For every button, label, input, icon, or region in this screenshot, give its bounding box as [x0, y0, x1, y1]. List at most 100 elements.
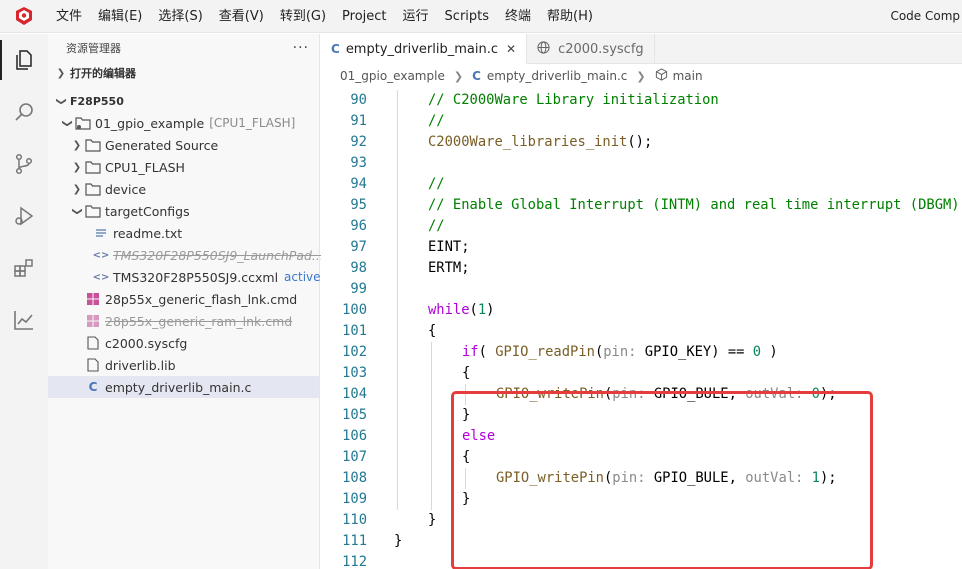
tree-label: targetConfigs — [105, 203, 190, 219]
tree-item-flash-cmd[interactable]: 28p55x_generic_flash_lnk.cmd — [48, 288, 319, 310]
breadcrumb: 01_gpio_example ❯ C empty_driverlib_main… — [321, 64, 962, 88]
indent-guide — [397, 90, 398, 510]
run-debug-icon[interactable] — [0, 190, 48, 242]
c-file-icon: C — [331, 42, 340, 56]
folder-open-icon — [84, 204, 102, 218]
open-editors-label: 打开的编辑器 — [70, 67, 136, 80]
menu-view[interactable]: 查看(V) — [211, 0, 272, 33]
tree-label: Generated Source — [105, 137, 219, 153]
highlight-annotation-box — [451, 391, 873, 569]
activity-bar — [0, 34, 48, 569]
xml-file-icon: <> — [92, 271, 110, 283]
project-section[interactable]: ❯ F28P550 — [48, 90, 319, 112]
code-line: 95// Enable Global Interrupt (INTM) and … — [350, 197, 960, 213]
code-line: 92 C2000Ware_libraries_init(); — [350, 134, 653, 150]
open-editors-section[interactable]: ❯ 打开的编辑器 — [48, 62, 319, 84]
code-line: 100 while(1) — [342, 302, 495, 318]
chevron-right-icon: ❯ — [72, 139, 82, 151]
folder-icon — [84, 138, 102, 152]
menu-run[interactable]: 运行 — [395, 0, 437, 33]
tree-item-main-c[interactable]: C empty_driverlib_main.c — [48, 376, 319, 398]
extensions-icon[interactable] — [0, 242, 48, 294]
tree-item-syscfg[interactable]: c2000.syscfg — [48, 332, 319, 354]
tree-item-cpu1-flash[interactable]: ❯ CPU1_FLASH — [48, 156, 319, 178]
tree-label: CPU1_FLASH — [105, 159, 185, 175]
code-area[interactable]: 90// C2000Ware Library initialization 91… — [321, 90, 962, 569]
tree-label: 28p55x_generic_ram_lnk.cmd — [105, 313, 293, 329]
chevron-down-icon: ❯ — [55, 96, 67, 106]
menubar: 文件 编辑(E) 选择(S) 查看(V) 转到(G) Project 运行 Sc… — [0, 0, 962, 33]
breadcrumb-file[interactable]: empty_driverlib_main.c — [487, 69, 627, 83]
tab-empty-driverlib-main[interactable]: C empty_driverlib_main.c ✕ — [321, 34, 528, 64]
chevron-down-icon: ❯ — [61, 118, 73, 128]
tree-item-01-gpio-example[interactable]: ❯ 01_gpio_example [CPU1_FLASH] — [48, 112, 319, 134]
tab-label: c2000.syscfg — [558, 41, 644, 57]
tree-label: driverlib.lib — [105, 357, 176, 373]
chevron-right-icon: ❯ — [636, 69, 646, 83]
menu-edit[interactable]: 编辑(E) — [90, 0, 150, 33]
tree-label: TMS320F28P550SJ9.ccxml — [113, 269, 279, 285]
folder-icon — [84, 160, 102, 174]
chevron-right-icon: ❯ — [72, 161, 82, 173]
chevron-down-icon: ❯ — [71, 206, 83, 216]
app-logo-icon — [0, 0, 48, 33]
tree-config-suffix: [CPU1_FLASH] — [209, 116, 296, 130]
code-line: 98 ERTM; — [350, 260, 470, 276]
code-line: 96// — [350, 218, 445, 234]
sidebar-title: 资源管理器 — [66, 42, 121, 55]
tree-label: device — [105, 181, 147, 197]
menu-help[interactable]: 帮助(H) — [539, 0, 601, 33]
editor-tabs: C empty_driverlib_main.c ✕ c2000.syscfg — [321, 34, 962, 64]
globe-icon — [537, 40, 550, 58]
sidebar-header: 资源管理器 ··· — [48, 34, 319, 62]
xml-file-icon: <> — [92, 249, 110, 261]
tree-label: 01_gpio_example — [95, 115, 205, 131]
menu-file[interactable]: 文件 — [48, 0, 90, 33]
more-actions-icon[interactable]: ··· — [293, 40, 309, 56]
tree-item-device[interactable]: ❯ device — [48, 178, 319, 200]
menu-project[interactable]: Project — [334, 0, 394, 33]
tree-label: readme.txt — [113, 225, 183, 241]
tree-item-generated-source[interactable]: ❯ Generated Source — [48, 134, 319, 156]
explorer-sidebar: 资源管理器 ··· ❯ 打开的编辑器 ❯ F28P550 ❯ 01_gpio_e… — [48, 34, 324, 569]
tree-label: TMS320F28P550SJ9_LaunchPad... — [113, 247, 324, 263]
chevron-right-icon: ❯ — [453, 69, 464, 83]
tree-item-driverlib[interactable]: driverlib.lib — [48, 354, 319, 376]
tree-label: c2000.syscfg — [105, 335, 188, 351]
tree-item-ccxml-active[interactable]: <> TMS320F28P550SJ9.ccxml active — [48, 266, 321, 288]
project-folder-icon — [74, 116, 92, 130]
windows-file-icon — [84, 293, 102, 305]
code-line: 103{ — [342, 365, 471, 381]
chart-icon[interactable] — [0, 294, 48, 346]
close-icon[interactable]: ✕ — [506, 42, 516, 56]
windows-file-icon — [84, 315, 102, 327]
breadcrumb-project[interactable]: 01_gpio_example — [340, 69, 445, 83]
menu-goto[interactable]: 转到(G) — [272, 0, 334, 33]
cube-icon — [655, 68, 668, 84]
indent-guide — [431, 342, 432, 510]
explorer-icon[interactable] — [0, 34, 48, 86]
text-file-icon — [92, 227, 110, 239]
code-line: 101{ — [342, 323, 437, 339]
tree-item-targetconfigs[interactable]: ❯ targetConfigs — [48, 200, 319, 222]
search-icon[interactable] — [0, 86, 48, 138]
code-line: 90// C2000Ware Library initialization — [350, 92, 719, 108]
source-control-icon[interactable] — [0, 138, 48, 190]
chevron-right-icon: ❯ — [56, 67, 66, 79]
c-file-icon: C — [88, 380, 98, 394]
menu-selection[interactable]: 选择(S) — [150, 0, 210, 33]
tree-item-launchpad-ccxml[interactable]: <> TMS320F28P550SJ9_LaunchPad... — [48, 244, 324, 266]
tab-label: empty_driverlib_main.c — [345, 41, 498, 57]
menu-scripts[interactable]: Scripts — [437, 0, 497, 33]
breadcrumb-symbol[interactable]: main — [673, 69, 703, 83]
code-line: 93 — [350, 155, 367, 171]
editor: C empty_driverlib_main.c ✕ c2000.syscfg … — [321, 34, 962, 569]
tree-item-ram-cmd[interactable]: 28p55x_generic_ram_lnk.cmd — [48, 310, 319, 332]
project-section-label: F28P550 — [70, 94, 124, 108]
tab-c2000-syscfg[interactable]: c2000.syscfg — [527, 34, 655, 64]
tree-item-readme[interactable]: readme.txt — [48, 222, 319, 244]
file-icon — [84, 358, 102, 372]
code-line: 97 EINT; — [350, 239, 470, 255]
menu-terminal[interactable]: 终端 — [497, 0, 539, 33]
code-line: 99 — [350, 281, 367, 297]
